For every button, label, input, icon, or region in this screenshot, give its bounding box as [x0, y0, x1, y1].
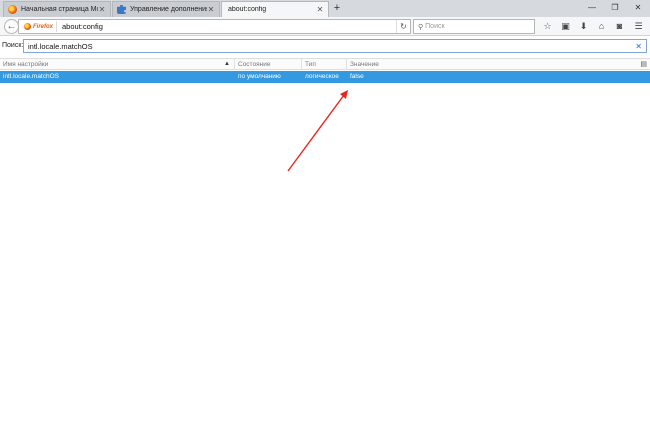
tab-about-config[interactable]: about:config ✕: [221, 1, 329, 17]
column-header-label: Состояние: [238, 61, 271, 68]
close-icon[interactable]: ✕: [316, 5, 324, 14]
column-header-label: Тип: [305, 61, 316, 68]
clipboard-icon[interactable]: ▣: [559, 20, 572, 33]
restore-icon[interactable]: ❐: [607, 2, 623, 14]
column-header-name[interactable]: Имя настройки ▲: [0, 59, 235, 70]
pref-value-cell: false: [350, 73, 364, 80]
download-arrow-icon[interactable]: ⬇: [577, 20, 590, 33]
window-close-icon[interactable]: ✕: [630, 2, 646, 14]
search-input[interactable]: [425, 23, 526, 30]
column-header-status[interactable]: Состояние: [235, 59, 302, 70]
minimize-icon[interactable]: —: [584, 2, 600, 14]
annotation-arrow-head: [340, 90, 348, 99]
tab-start-page[interactable]: Начальная страница Mo... ✕: [3, 1, 111, 17]
firefox-icon: [24, 23, 31, 30]
new-tab-plus-icon[interactable]: +: [331, 2, 343, 14]
hamburger-menu-icon[interactable]: ☰: [632, 20, 645, 33]
config-search-box[interactable]: ✕: [23, 39, 647, 53]
pref-name-cell: intl.locale.matchOS: [3, 73, 59, 80]
config-search-label: Поиск:: [2, 42, 24, 49]
url-bar[interactable]: Firefox about:config ↻: [18, 19, 411, 34]
table-row[interactable]: intl.locale.matchOS по умолчанию логичес…: [0, 71, 650, 83]
search-icon: ⚲: [418, 23, 424, 31]
url-text[interactable]: about:config: [62, 22, 396, 31]
column-header-value[interactable]: Значение: [347, 59, 634, 70]
search-bar[interactable]: ⚲: [413, 19, 535, 34]
config-search-row: Поиск: ✕: [0, 36, 650, 56]
navigation-toolbar: Firefox about:config ↻ ← ⚲ ☆ ▣ ⬇ ⌂ ◙ ☰: [0, 17, 650, 36]
pref-type-cell: логическое: [305, 73, 339, 80]
column-header-type[interactable]: Тип: [302, 59, 347, 70]
column-header-label: Значение: [350, 61, 379, 68]
identity-label: Firefox: [33, 23, 54, 30]
column-picker-icon[interactable]: ▤: [640, 59, 647, 70]
annotation-arrow-line: [287, 94, 345, 172]
pref-status-cell: по умолчанию: [238, 73, 281, 80]
column-header-label: Имя настройки: [3, 61, 49, 68]
table-header: Имя настройки ▲ Состояние Тип Значение ▤: [0, 58, 650, 70]
tab-addons-manager[interactable]: Управление дополнения... ✕: [112, 1, 220, 17]
back-arrow-icon[interactable]: ←: [4, 19, 19, 34]
config-search-input[interactable]: [28, 42, 608, 51]
clear-icon[interactable]: ✕: [635, 41, 642, 52]
bookmark-star-icon[interactable]: ☆: [541, 20, 554, 33]
sort-ascending-icon: ▲: [224, 61, 230, 67]
close-icon[interactable]: ✕: [207, 5, 215, 14]
pocket-icon[interactable]: ◙: [613, 20, 626, 33]
tab-title: Управление дополнения...: [130, 6, 207, 13]
close-icon[interactable]: ✕: [98, 5, 106, 14]
reload-icon[interactable]: ↻: [396, 20, 410, 33]
home-icon[interactable]: ⌂: [595, 20, 608, 33]
tab-title: Начальная страница Mo...: [21, 6, 98, 13]
tab-strip: Начальная страница Mo... ✕ Управление до…: [0, 0, 650, 17]
tab-title: about:config: [228, 6, 267, 13]
identity-box[interactable]: Firefox: [21, 21, 58, 32]
firefox-icon: [8, 5, 17, 14]
puzzle-icon: [117, 5, 126, 14]
